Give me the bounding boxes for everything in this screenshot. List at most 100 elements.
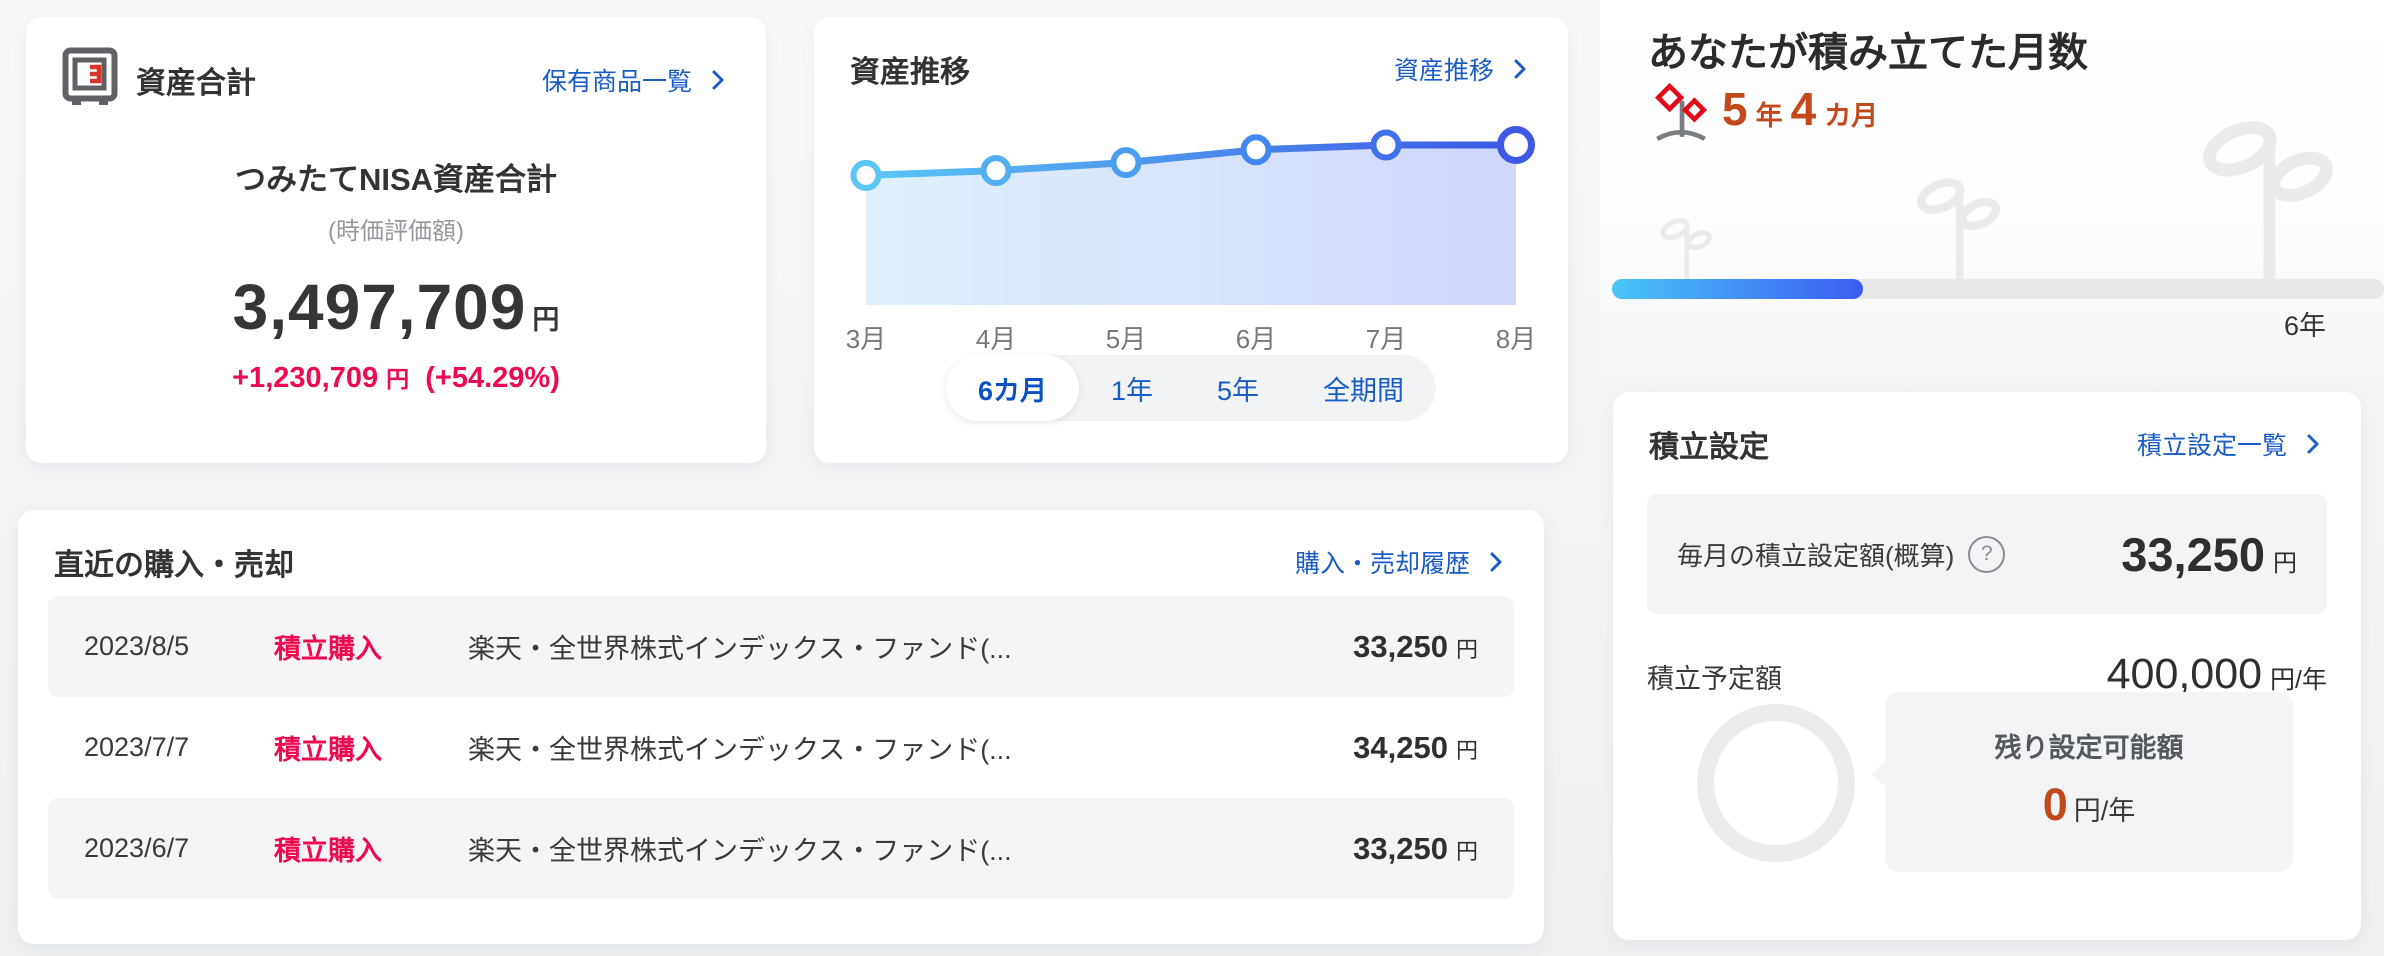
transaction-amount-number: 34,250 <box>1353 729 1448 765</box>
data-point <box>850 159 882 191</box>
fund-name: 楽天・全世界株式インデックス・ファンド(... <box>468 735 1012 765</box>
month-label: 7月 <box>1365 324 1407 354</box>
chevron-right-icon <box>1484 550 1508 574</box>
settings-list-link[interactable]: 積立設定一覧 <box>2137 426 2325 462</box>
transaction-amount-number: 33,250 <box>1353 830 1448 866</box>
months-unit: カ月 <box>1824 101 1879 131</box>
sprout-decoration-large-icon <box>2180 108 2360 285</box>
accumulated-months-counter: 5 年 4 カ月 <box>1722 82 1878 136</box>
remaining-amount-value: 0 円/年 <box>1885 779 2293 831</box>
chevron-right-icon <box>2301 432 2325 456</box>
month-label: 4月 <box>975 324 1017 354</box>
transaction-amount: 33,250 円 <box>1353 831 1478 867</box>
accumulated-months-title: あなたが積み立てた月数 <box>1648 31 2088 75</box>
transaction-type: 積立購入 <box>274 735 382 765</box>
month-label: 6月 <box>1235 324 1277 354</box>
accumulated-months-panel: あなたが積み立てた月数 5 年 4 カ月 6年 <box>1600 0 2384 392</box>
month-label: 8月 <box>1495 324 1537 354</box>
years-value: 5 <box>1722 83 1748 135</box>
months-value: 4 <box>1790 83 1817 135</box>
asset-trend-link[interactable]: 資産推移 <box>1394 51 1532 87</box>
fund-name: 楽天・全世界株式インデックス・ファンド(... <box>468 634 1012 664</box>
goal-label: 6年 <box>2283 311 2327 341</box>
settings-card-header: 積立設定 積立設定一覧 <box>1613 392 2361 466</box>
remaining-amount-bubble: 残り設定可能額 0 円/年 <box>1871 692 2293 872</box>
monthly-setting-value: 33,250 円 <box>2121 527 2297 582</box>
monthly-setting-unit: 円 <box>2273 549 2297 577</box>
transaction-type: 積立購入 <box>274 634 382 664</box>
assets-total-value: 3,497,709 円 <box>26 270 766 344</box>
history-card-title: 直近の購入・売却 <box>54 549 294 582</box>
data-point <box>980 155 1012 187</box>
transaction-amount-unit: 円 <box>1455 838 1478 864</box>
chevron-right-icon <box>1508 57 1532 81</box>
sprout-decoration-medium-icon <box>1900 170 2020 285</box>
chevron-right-icon <box>706 68 730 92</box>
tab-5years[interactable]: 5年 <box>1185 355 1291 421</box>
assets-gain-percent: (+54.29%) <box>425 362 560 394</box>
assets-gain-value: +1,230,709 <box>232 362 379 394</box>
assets-card-title: 資産合計 <box>136 66 256 100</box>
tab-1year[interactable]: 1年 <box>1079 355 1185 421</box>
assets-total-unit: 円 <box>532 305 560 335</box>
help-icon[interactable]: ? <box>1968 535 2006 573</box>
transaction-date: 2023/8/5 <box>84 631 190 661</box>
remaining-amount-label: 残り設定可能額 <box>1994 733 2184 763</box>
assets-gain: +1,230,709 円 (+54.29%) <box>26 360 766 395</box>
accumulation-progress-track <box>1612 279 2384 299</box>
monthly-setting-label-group: 毎月の積立設定額(概算) ? <box>1677 535 2006 573</box>
sprout-icon <box>1652 80 1710 147</box>
settings-list-link-label: 積立設定一覧 <box>2136 432 2287 460</box>
progress-fill <box>1612 279 1863 299</box>
trend-range-tabs: 6カ月 1年 5年 全期間 <box>945 355 1437 421</box>
monthly-setting-number: 33,250 <box>2121 527 2265 581</box>
planned-amount-unit: 円/年 <box>2270 666 2327 694</box>
transaction-amount-unit: 円 <box>1455 737 1478 763</box>
remaining-donut-chart <box>1697 704 1855 862</box>
chart-x-axis-labels: 3月 4月 5月 6月 7月 8月 <box>844 319 1538 354</box>
data-point <box>1497 126 1535 164</box>
transaction-amount: 34,250 円 <box>1353 730 1478 766</box>
month-label: 3月 <box>845 324 887 354</box>
monthly-setting-box: 毎月の積立設定額(概算) ? 33,250 円 <box>1647 494 2327 614</box>
assets-total-number: 3,497,709 <box>232 271 527 343</box>
years-unit: 年 <box>1755 101 1783 131</box>
trend-chart-svg <box>850 126 1535 305</box>
transaction-history-link[interactable]: 購入・売却履歴 <box>1295 544 1508 580</box>
tab-all-period[interactable]: 全期間 <box>1291 355 1436 421</box>
assets-card-header: 資産合計 保有商品一覧 <box>26 17 766 112</box>
history-card-header: 直近の購入・売却 購入・売却履歴 <box>18 510 1544 584</box>
assets-summary-card: 資産合計 保有商品一覧 つみたてNISA資産合計 (時価評価額) 3,497,7… <box>26 17 766 463</box>
remaining-amount-unit: 円/年 <box>2073 796 2136 826</box>
trend-card-header: 資産推移 資産推移 <box>814 17 1568 91</box>
remaining-amount-number: 0 <box>2042 779 2068 830</box>
table-row[interactable]: 2023/8/5 積立購入 楽天・全世界株式インデックス・ファンド(... 33… <box>48 596 1514 697</box>
data-point <box>1110 147 1142 179</box>
holdings-list-link-label: 保有商品一覧 <box>541 67 692 96</box>
savings-settings-card: 積立設定 積立設定一覧 毎月の積立設定額(概算) ? 33,250 円 積立予定額… <box>1613 392 2361 940</box>
table-row[interactable]: 2023/7/7 積立購入 楽天・全世界株式インデックス・ファンド(... 34… <box>48 697 1514 798</box>
monthly-setting-label: 毎月の積立設定額(概算) <box>1677 540 1955 571</box>
assets-body: つみたてNISA資産合計 (時価評価額) 3,497,709 円 +1,230,7… <box>26 154 766 395</box>
data-point <box>1240 134 1272 166</box>
transaction-date: 2023/7/7 <box>84 732 190 762</box>
tab-6months[interactable]: 6カ月 <box>945 355 1079 421</box>
transaction-amount-unit: 円 <box>1455 636 1478 662</box>
planned-amount-label: 積立予定額 <box>1647 664 1782 694</box>
planned-amount-number: 400,000 <box>2106 650 2263 698</box>
trend-card-title: 資産推移 <box>850 56 970 89</box>
transaction-type: 積立購入 <box>274 836 382 866</box>
assets-subtitle: つみたてNISA資産合計 <box>234 162 558 197</box>
fund-name: 楽天・全世界株式インデックス・ファンド(... <box>468 836 1012 866</box>
assets-gain-unit: 円 <box>386 366 410 392</box>
asset-trend-card: 資産推移 資産推移 3月 4月 5月 6月 7月 8月 6カ月 1年 5年 全期… <box>814 17 1568 463</box>
sprout-decoration-small-icon <box>1650 213 1724 286</box>
transaction-rows: 2023/8/5 積立購入 楽天・全世界株式インデックス・ファンド(... 33… <box>48 596 1514 899</box>
table-row[interactable]: 2023/6/7 積立購入 楽天・全世界株式インデックス・ファンド(... 33… <box>48 798 1514 899</box>
holdings-list-link[interactable]: 保有商品一覧 <box>542 62 730 98</box>
recent-transactions-card: 直近の購入・売却 購入・売却履歴 2023/8/5 積立購入 楽天・全世界株式イ… <box>18 510 1544 944</box>
settings-card-title: 積立設定 <box>1649 431 1769 464</box>
trend-chart <box>844 109 1538 319</box>
asset-trend-link-label: 資産推移 <box>1393 57 1494 85</box>
transaction-date: 2023/6/7 <box>84 833 190 863</box>
